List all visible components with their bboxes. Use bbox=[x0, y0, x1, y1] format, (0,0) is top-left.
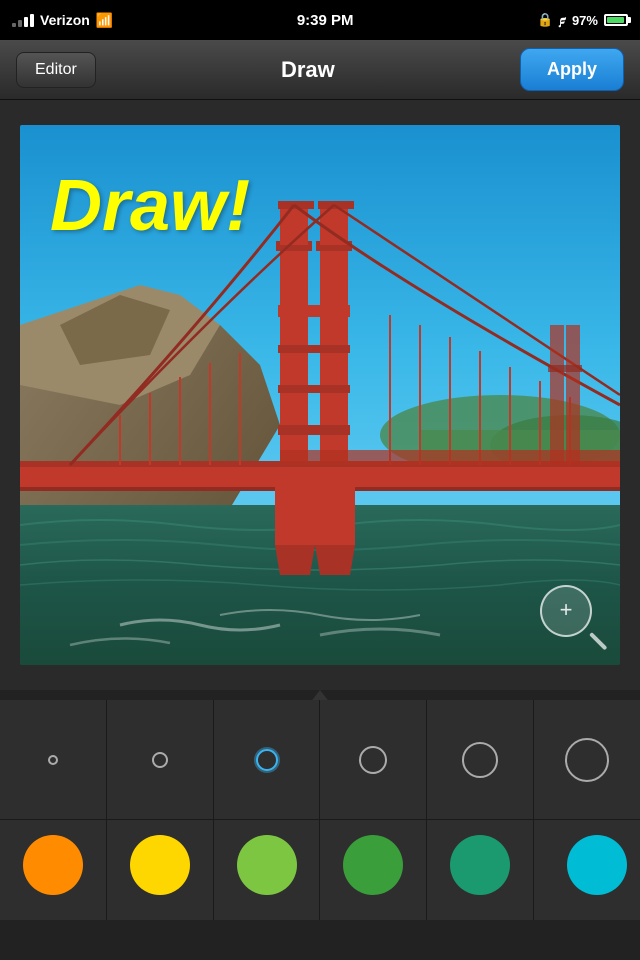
status-right: 🔒 𝟋 97% bbox=[537, 12, 628, 28]
canvas-area: Draw! + bbox=[0, 100, 640, 690]
brush-circle-2 bbox=[256, 749, 278, 771]
bluetooth-icon: 𝟋 bbox=[559, 12, 566, 28]
color-row bbox=[0, 810, 640, 920]
brush-cell-2[interactable] bbox=[214, 700, 321, 820]
battery-pct-label: 97% bbox=[572, 13, 598, 28]
brush-cell-4[interactable] bbox=[427, 700, 534, 820]
color-cell-yellow[interactable] bbox=[107, 810, 214, 920]
brush-size-row bbox=[0, 690, 640, 810]
brush-cell-3[interactable] bbox=[320, 700, 427, 820]
color-dot-cyan bbox=[567, 835, 627, 895]
image-svg bbox=[20, 125, 620, 665]
status-bar: Verizon 📶 9:39 PM 🔒 𝟋 97% bbox=[0, 0, 640, 40]
color-dot-orange bbox=[23, 835, 83, 895]
bottom-toolbar bbox=[0, 690, 640, 960]
color-cell-light-green[interactable] bbox=[214, 810, 321, 920]
brush-circle-4 bbox=[462, 742, 498, 778]
brush-cell-1[interactable] bbox=[107, 700, 214, 820]
nav-bar: Editor Draw Apply bbox=[0, 40, 640, 100]
signal-icon bbox=[12, 14, 34, 27]
brush-cell-5[interactable] bbox=[534, 700, 640, 820]
battery-icon bbox=[604, 14, 628, 26]
zoom-button[interactable]: + bbox=[540, 585, 592, 637]
apply-button[interactable]: Apply bbox=[520, 48, 624, 91]
status-left: Verizon 📶 bbox=[12, 12, 113, 29]
color-cell-orange[interactable] bbox=[0, 810, 107, 920]
color-dot-teal bbox=[450, 835, 510, 895]
color-cell-green[interactable] bbox=[320, 810, 427, 920]
editor-back-button[interactable]: Editor bbox=[16, 52, 96, 88]
carrier-label: Verizon bbox=[40, 12, 90, 28]
lock-icon: 🔒 bbox=[537, 12, 553, 28]
color-dot-green bbox=[343, 835, 403, 895]
nav-title: Draw bbox=[281, 57, 335, 83]
color-dot-light-green bbox=[237, 835, 297, 895]
status-time: 9:39 PM bbox=[297, 12, 354, 29]
brush-cell-0[interactable] bbox=[0, 700, 107, 820]
image-container[interactable]: Draw! + bbox=[20, 125, 620, 665]
color-dot-yellow bbox=[130, 835, 190, 895]
brush-circle-5 bbox=[565, 738, 609, 782]
zoom-plus-icon: + bbox=[560, 599, 573, 621]
brush-circle-3 bbox=[359, 746, 387, 774]
brush-circle-1 bbox=[152, 752, 168, 768]
brush-circle-0 bbox=[48, 755, 58, 765]
color-cell-teal[interactable] bbox=[427, 810, 534, 920]
wifi-icon: 📶 bbox=[96, 12, 113, 29]
color-cell-cyan[interactable] bbox=[534, 810, 640, 920]
